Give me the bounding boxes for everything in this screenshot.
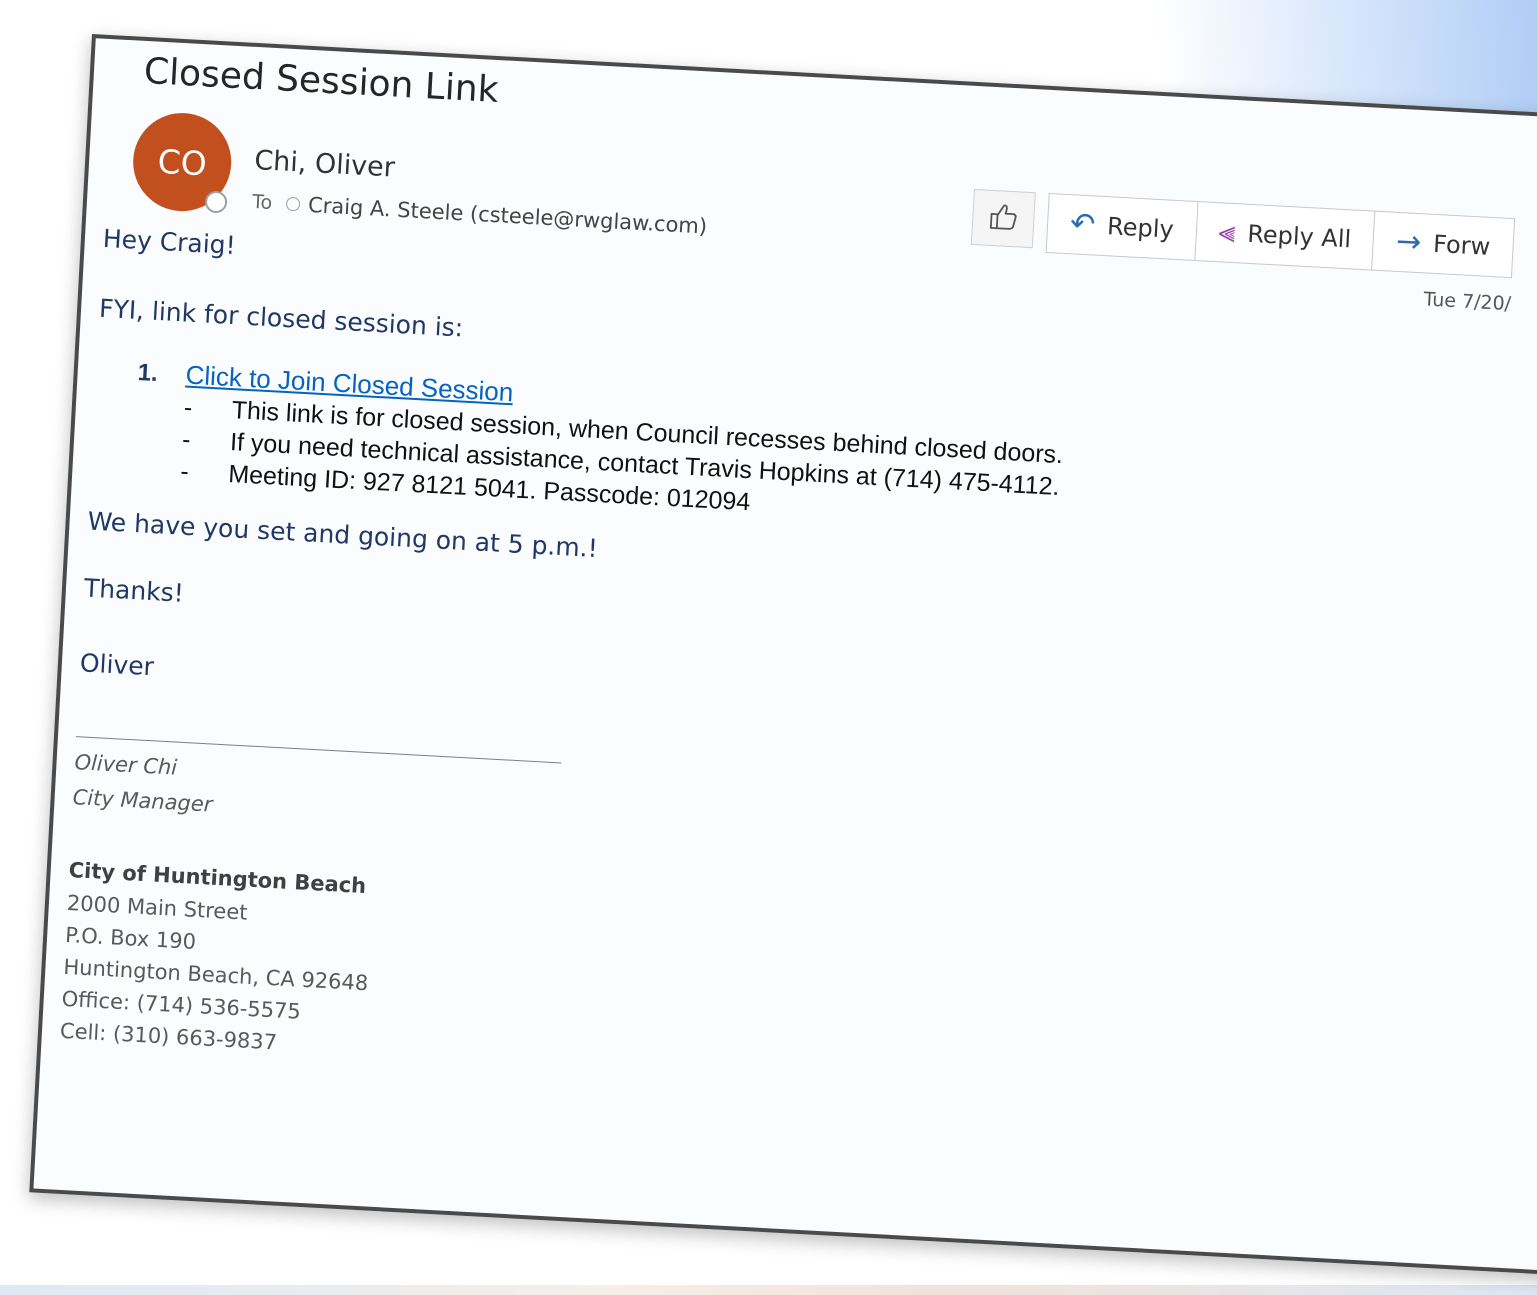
signature-address-street: 2000 Main Street: [66, 890, 249, 925]
message-action-bar: ↶ Reply ⫷ Reply All → Forw: [1045, 192, 1515, 279]
presence-status-icon: [204, 190, 228, 214]
avatar-initials: CO: [156, 141, 208, 183]
bullet-dash: -: [183, 393, 194, 422]
schedule-text: We have you set and going on at 5 p.m.!: [86, 506, 599, 564]
reply-label: Reply: [1106, 212, 1175, 244]
email-reading-pane: Closed Session Link CO Chi, Oliver To Cr…: [29, 34, 1537, 1276]
reply-icon: ↶: [1069, 206, 1097, 243]
signature-office-phone: Office: (714) 536-5575: [61, 986, 302, 1024]
recipient-line: To Craig A. Steele (csteele@rwglaw.com): [252, 190, 708, 239]
recipient-presence-icon: [285, 196, 301, 212]
thumbs-up-icon: [988, 202, 1020, 236]
signature-cell-phone: Cell: (310) 663-9837: [59, 1018, 278, 1055]
to-label: To: [251, 190, 273, 214]
forward-label: Forw: [1432, 229, 1491, 261]
sender-name[interactable]: Chi, Oliver: [254, 145, 396, 184]
signature-address-pobox: P.O. Box 190: [64, 922, 197, 954]
like-button[interactable]: [970, 188, 1036, 249]
bullet-dash: -: [179, 457, 190, 486]
bullet-dash: -: [181, 425, 192, 454]
signature-name: Oliver Chi: [73, 750, 178, 780]
background-strip: [0, 1285, 1537, 1295]
signature-title: City Manager: [72, 785, 214, 817]
forward-arrow-icon: →: [1395, 223, 1423, 261]
email-subject: Closed Session Link: [142, 50, 500, 112]
reply-all-button[interactable]: ⫷ Reply All: [1195, 202, 1376, 270]
reply-all-label: Reply All: [1246, 219, 1352, 254]
intro-text: FYI, link for closed session is:: [98, 293, 464, 343]
signature-organization: City of Huntington Beach: [68, 857, 367, 899]
forward-button[interactable]: → Forw: [1373, 212, 1514, 277]
thanks-text: Thanks!: [83, 573, 185, 608]
reply-button[interactable]: ↶ Reply: [1046, 194, 1199, 260]
reply-all-icon: ⫷: [1217, 214, 1237, 251]
screenshot-stage: Closed Session Link CO Chi, Oliver To Cr…: [0, 0, 1537, 1295]
recipient[interactable]: Craig A. Steele (csteele@rwglaw.com): [307, 193, 707, 239]
closing-name: Oliver: [79, 648, 155, 682]
sent-date: Tue 7/20/: [1423, 288, 1512, 316]
list-number: 1.: [137, 358, 159, 388]
greeting-text: Hey Craig!: [102, 223, 237, 261]
